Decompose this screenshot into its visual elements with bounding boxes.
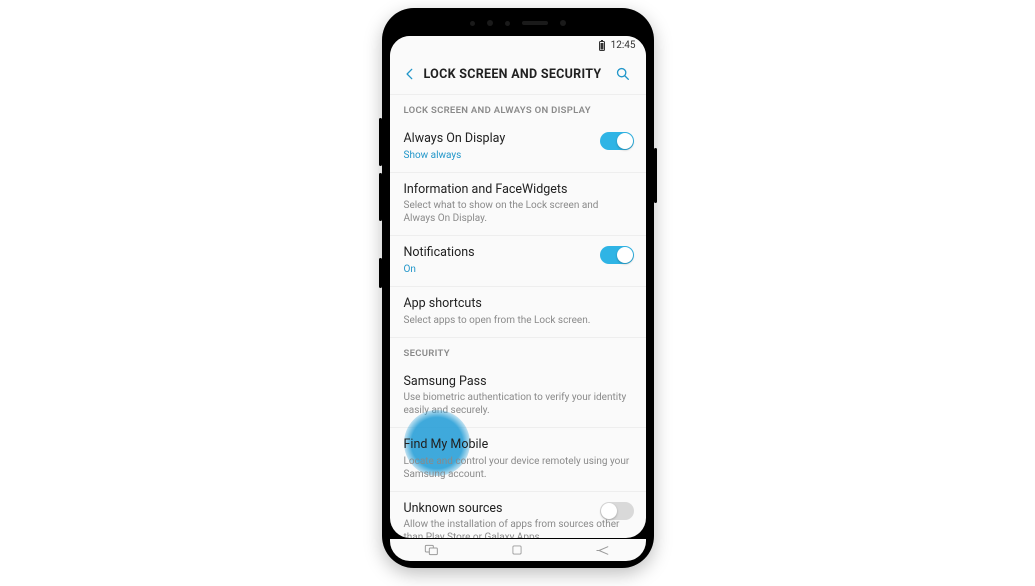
search-button[interactable] [606, 54, 640, 94]
row-samsung-pass[interactable]: Samsung Pass Use biometric authenticatio… [390, 365, 646, 428]
app-header: LOCK SCREEN AND SECURITY [390, 54, 646, 94]
back-button[interactable] [396, 54, 424, 94]
status-time: 12:45 [611, 40, 636, 51]
row-subtitle: Select what to show on the Lock screen a… [404, 199, 632, 225]
volume-up-button [379, 118, 382, 166]
row-unknown-sources[interactable]: Unknown sources Allow the installation o… [390, 491, 646, 538]
battery-icon [597, 40, 607, 51]
recents-button[interactable] [412, 539, 452, 561]
sensor-cluster [470, 20, 566, 26]
row-subtitle: Locate and control your device remotely … [404, 455, 632, 481]
home-button[interactable] [497, 539, 537, 561]
row-subtitle: On [404, 263, 632, 276]
row-information-facewidgets[interactable]: Information and FaceWidgets Select what … [390, 172, 646, 236]
power-button [654, 148, 657, 203]
row-subtitle: Show always [404, 149, 632, 162]
row-title: App shortcuts [404, 296, 632, 312]
section-lockscreen: LOCK SCREEN AND ALWAYS ON DISPLAY [390, 94, 646, 122]
toggle-notifications[interactable] [600, 246, 634, 264]
volume-down-button [379, 173, 382, 221]
phone-frame: 12:45 LOCK SCREEN AND SECURITY LOCK SCRE… [382, 8, 654, 568]
back-nav-button[interactable] [583, 539, 623, 561]
status-bar: 12:45 [390, 36, 646, 54]
row-subtitle: Use biometric authentication to verify y… [404, 391, 632, 417]
row-app-shortcuts[interactable]: App shortcuts Select apps to open from t… [390, 286, 646, 337]
row-title: Notifications [404, 245, 632, 261]
row-find-my-mobile[interactable]: Find My Mobile Locate and control your d… [390, 427, 646, 491]
bixby-button [379, 258, 382, 288]
row-title: Find My Mobile [404, 437, 632, 453]
row-always-on-display[interactable]: Always On Display Show always [390, 122, 646, 172]
row-notifications[interactable]: Notifications On [390, 235, 646, 286]
toggle-unknown-sources[interactable] [600, 502, 634, 520]
section-security: SECURITY [390, 337, 646, 365]
row-title: Always On Display [404, 131, 632, 147]
row-title: Unknown sources [404, 501, 632, 517]
toggle-always-on-display[interactable] [600, 132, 634, 150]
row-title: Information and FaceWidgets [404, 182, 632, 198]
page-title: LOCK SCREEN AND SECURITY [424, 67, 606, 82]
settings-list[interactable]: LOCK SCREEN AND ALWAYS ON DISPLAY Always… [390, 94, 646, 538]
screen: 12:45 LOCK SCREEN AND SECURITY LOCK SCRE… [390, 36, 646, 538]
row-title: Samsung Pass [404, 374, 632, 390]
row-subtitle: Select apps to open from the Lock screen… [404, 314, 632, 327]
nav-bar [390, 539, 646, 561]
row-subtitle: Allow the installation of apps from sour… [404, 518, 632, 538]
